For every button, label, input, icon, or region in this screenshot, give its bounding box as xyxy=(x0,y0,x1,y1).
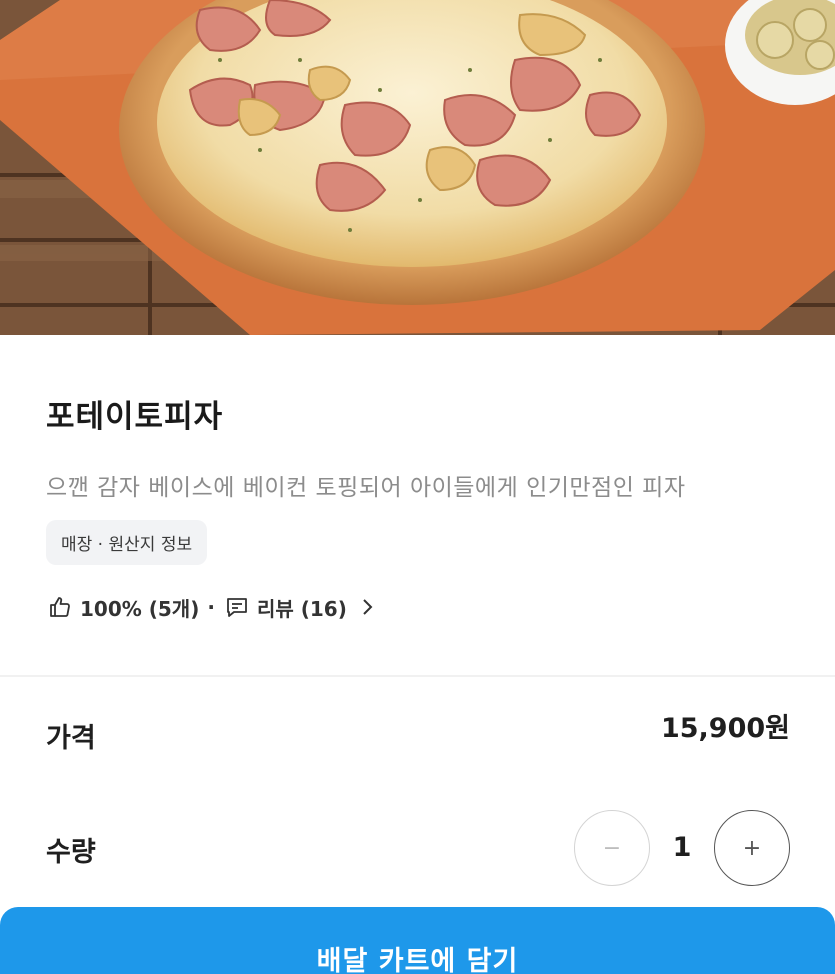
quantity-label: 수량 xyxy=(46,837,96,868)
price-value: 15,900원 xyxy=(660,713,790,744)
review-link[interactable]: 리뷰 (16) xyxy=(257,593,347,622)
comment-icon xyxy=(223,593,251,621)
product-title: 포테이토피자 xyxy=(46,399,224,435)
quantity-increase-button[interactable]: + xyxy=(714,810,790,886)
separator: · xyxy=(207,595,215,619)
rating-review-row[interactable]: 100% (5개) · 리뷰 (16) xyxy=(46,592,381,622)
product-description: 으깬 감자 베이스에 베이컨 토핑되어 아이들에게 인기만점인 피자 xyxy=(46,475,686,501)
section-divider xyxy=(0,675,835,677)
price-label: 가격 xyxy=(46,723,96,754)
thumbs-up-icon xyxy=(46,593,74,621)
quantity-value: 1 xyxy=(672,832,692,863)
rating-text: 100% (5개) xyxy=(80,596,200,621)
product-info: 포테이토피자 으깬 감자 베이스에 베이컨 토핑되어 아이들에게 인기만점인 피… xyxy=(0,335,835,675)
product-image xyxy=(0,0,835,335)
quantity-decrease-button[interactable]: − xyxy=(574,810,650,886)
store-origin-info-chip[interactable]: 매장 · 원산지 정보 xyxy=(46,520,208,565)
chevron-right-icon xyxy=(353,593,381,621)
add-to-cart-label: 배달 카트에 담기 xyxy=(316,946,519,974)
add-to-delivery-cart-button[interactable]: 배달 카트에 담기 xyxy=(0,907,835,974)
